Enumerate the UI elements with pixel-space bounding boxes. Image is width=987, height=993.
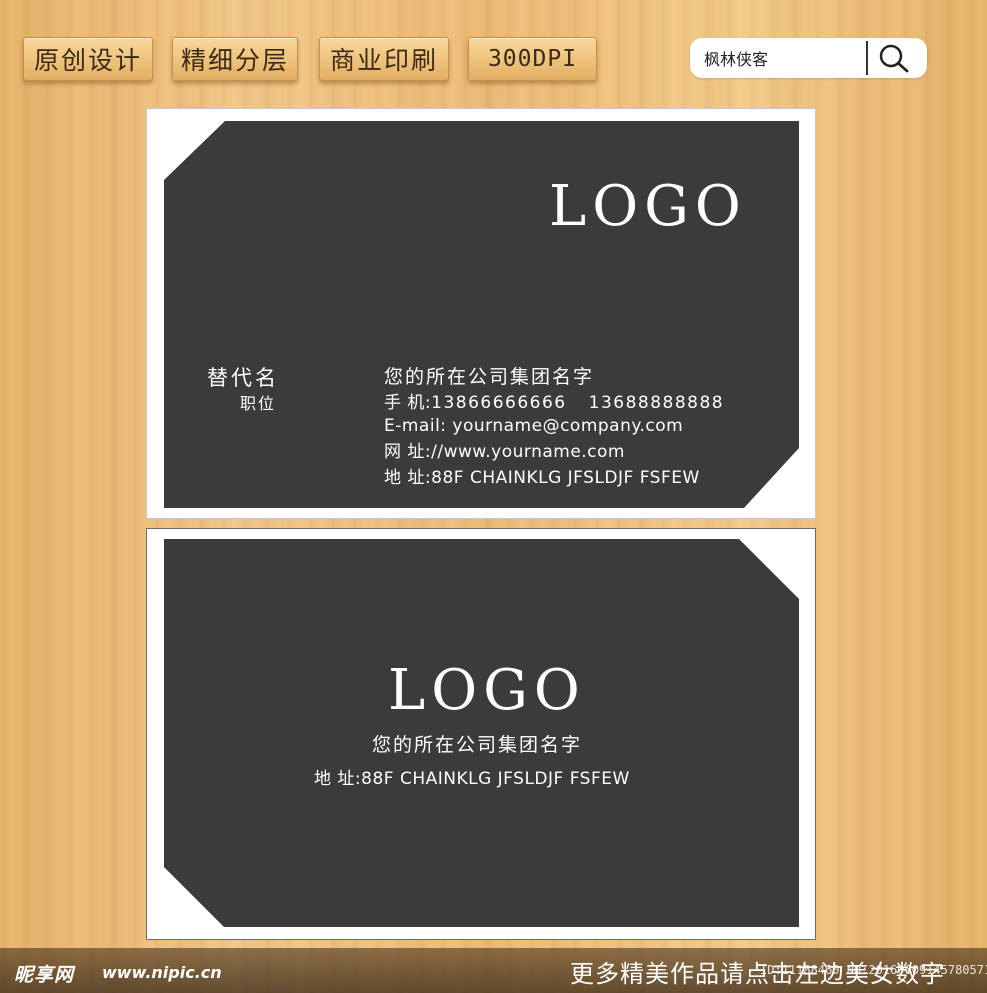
phone-number-2: 13688888888 xyxy=(588,393,725,413)
person-name: 替代名 xyxy=(207,366,279,390)
phone-line: 手 机:13866666666 13688888888 xyxy=(384,395,724,412)
tag-300dpi[interactable]: 300DPI xyxy=(468,37,597,81)
tag-fine-layers[interactable]: 精细分层 xyxy=(172,37,298,81)
search-separator xyxy=(866,41,868,75)
magnifier-icon xyxy=(879,44,909,73)
watermark-bar: 昵享网 www.nipic.cn 更多精美作品请点击左边美女数字 ID:1118… xyxy=(0,948,987,993)
business-card-front: LOGO 替代名 职位 您的所在公司集团名字 手 机:13866666666 13… xyxy=(146,108,816,519)
search-button[interactable] xyxy=(876,42,912,74)
back-company-name: 您的所在公司集团名字 xyxy=(372,734,583,756)
front-logo: LOGO xyxy=(549,174,747,239)
tag-original-design[interactable]: 原创设计 xyxy=(23,37,153,81)
back-address-line: 地 址:88F CHAINKLG JFSLDJF FSFEW xyxy=(314,769,630,789)
phone-label: 手 机: xyxy=(384,393,432,413)
search-box xyxy=(690,38,927,78)
image-code: ID:11188460 NO:20160609145780571 xyxy=(760,963,987,977)
back-logo: LOGO xyxy=(388,658,586,723)
site-url-link[interactable]: www.nipic.cn xyxy=(102,963,222,982)
website-line: 网 址://www.yourname.com xyxy=(384,442,625,462)
business-card-back: LOGO 您的所在公司集团名字 地 址:88F CHAINKLG JFSLDJF… xyxy=(146,528,816,940)
front-address-line: 地 址:88F CHAINKLG JFSLDJF FSFEW xyxy=(384,468,700,488)
front-company-name: 您的所在公司集团名字 xyxy=(384,366,595,388)
search-input[interactable] xyxy=(704,47,854,69)
email-line: E-mail: yourname@company.com xyxy=(384,416,684,436)
tag-commercial-print[interactable]: 商业印刷 xyxy=(319,37,449,81)
person-title: 职位 xyxy=(240,394,277,413)
phone-number-1: 13866666666 xyxy=(431,393,567,413)
site-logo[interactable]: 昵享网 xyxy=(14,960,74,987)
